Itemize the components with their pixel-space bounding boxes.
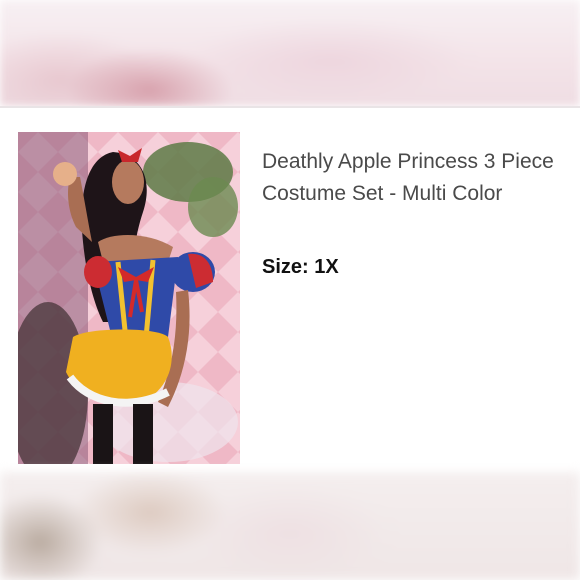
costume-photo-illustration bbox=[18, 132, 240, 464]
product-title[interactable]: Deathly Apple Princess 3 Piece Costume S… bbox=[262, 146, 562, 210]
blurred-footer-area bbox=[0, 472, 580, 580]
size-value: 1X bbox=[314, 256, 339, 278]
size-label: Size: bbox=[262, 256, 309, 278]
size-row: Size: 1X bbox=[262, 256, 339, 279]
listing-screenshot: Deathly Apple Princess 3 Piece Costume S… bbox=[0, 0, 580, 580]
product-image[interactable] bbox=[18, 132, 240, 464]
product-card[interactable]: Deathly Apple Princess 3 Piece Costume S… bbox=[0, 108, 580, 472]
blurred-header-area bbox=[0, 0, 580, 106]
